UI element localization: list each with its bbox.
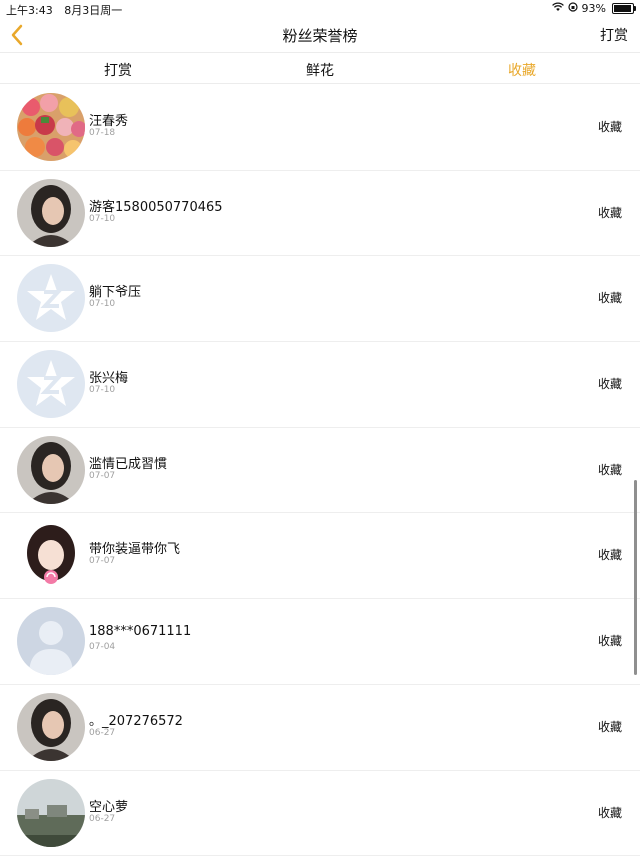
fan-row[interactable]: 。_20727657206-27 收藏 [0, 685, 640, 771]
avatar[interactable] [17, 179, 85, 247]
status-date: 8月3日周一 [64, 4, 122, 17]
battery-fill [614, 5, 631, 12]
fan-date: 07-10 [89, 299, 115, 309]
fan-name: 游客1580050770465 [89, 196, 223, 215]
avatar[interactable] [17, 693, 85, 761]
fan-date: 06-27 [89, 728, 115, 738]
fan-list: 汪春秀07-18收藏 游客158005077046507-10收藏 躺下爷压07… [0, 85, 640, 856]
favorite-button[interactable]: 收藏 [598, 632, 622, 649]
fan-row[interactable]: 带你装逼带你飞07-07 收藏 [0, 513, 640, 599]
favorite-button[interactable]: 收藏 [598, 289, 622, 306]
status-left: 上午3:43 8月3日周一 [6, 2, 130, 18]
fan-date: 06-27 [89, 814, 115, 824]
fan-name: 空心萝 [89, 796, 128, 815]
avatar[interactable] [17, 436, 85, 504]
status-bar: 上午3:43 8月3日周一 93% [0, 0, 640, 18]
favorite-button[interactable]: 收藏 [598, 461, 622, 478]
favorite-button[interactable]: 收藏 [598, 546, 622, 563]
reward-button[interactable]: 打赏 [600, 25, 628, 45]
fan-row[interactable]: 空心萝06-27 收藏 [0, 771, 640, 856]
nav-bar: 粉丝荣誉榜 打赏 [0, 18, 640, 52]
tab-favorites[interactable]: 收藏 [482, 60, 562, 80]
fan-date: 07-07 [89, 556, 115, 566]
fan-date: 07-10 [89, 385, 115, 395]
tab-bar: 打赏 鲜花 收藏 [0, 52, 640, 84]
orientation-lock-icon [568, 2, 578, 15]
avatar[interactable] [17, 264, 85, 332]
fan-name: 188***0671111 [89, 624, 191, 639]
favorite-button[interactable]: 收藏 [598, 718, 622, 735]
fan-name: 躺下爷压 [89, 281, 141, 300]
favorite-button[interactable]: 收藏 [598, 204, 622, 221]
fan-name: 张兴梅 [89, 367, 128, 386]
fan-name: 滥情已成習慣 [89, 453, 167, 472]
status-time: 上午3:43 [6, 4, 53, 17]
avatar[interactable] [17, 779, 85, 847]
tab-reward[interactable]: 打赏 [78, 60, 158, 80]
fan-name: 汪春秀 [89, 110, 128, 129]
fan-name: 带你装逼带你飞 [89, 538, 180, 557]
favorite-button[interactable]: 收藏 [598, 804, 622, 821]
fan-date: 07-10 [89, 214, 115, 224]
status-right: 93% [552, 2, 634, 15]
avatar[interactable] [17, 607, 85, 675]
fan-date: 07-18 [89, 128, 115, 138]
avatar[interactable] [17, 350, 85, 418]
fan-row[interactable]: 188***0671111 07-04 收藏 [0, 599, 640, 685]
fan-row[interactable]: 汪春秀07-18 收藏 [0, 85, 640, 171]
fan-date: 07-04 [89, 642, 115, 652]
avatar[interactable] [17, 93, 85, 161]
wifi-icon [552, 2, 564, 15]
fan-row[interactable]: 游客158005077046507-10 收藏 [0, 171, 640, 257]
fan-date: 07-07 [89, 471, 115, 481]
favorite-button[interactable]: 收藏 [598, 375, 622, 392]
tab-flowers[interactable]: 鲜花 [280, 60, 360, 80]
battery-percent: 93% [582, 2, 606, 15]
fan-name: 。_207276572 [89, 710, 183, 729]
fan-row[interactable]: 躺下爷压07-10 收藏 [0, 256, 640, 342]
page-title: 粉丝荣誉榜 [0, 25, 640, 46]
favorite-button[interactable]: 收藏 [598, 118, 622, 135]
fan-row[interactable]: 张兴梅07-10 收藏 [0, 342, 640, 428]
avatar[interactable] [17, 521, 85, 589]
fan-row[interactable]: 滥情已成習慣07-07 收藏 [0, 428, 640, 514]
scrollbar[interactable] [634, 480, 637, 675]
battery-icon [612, 3, 634, 14]
